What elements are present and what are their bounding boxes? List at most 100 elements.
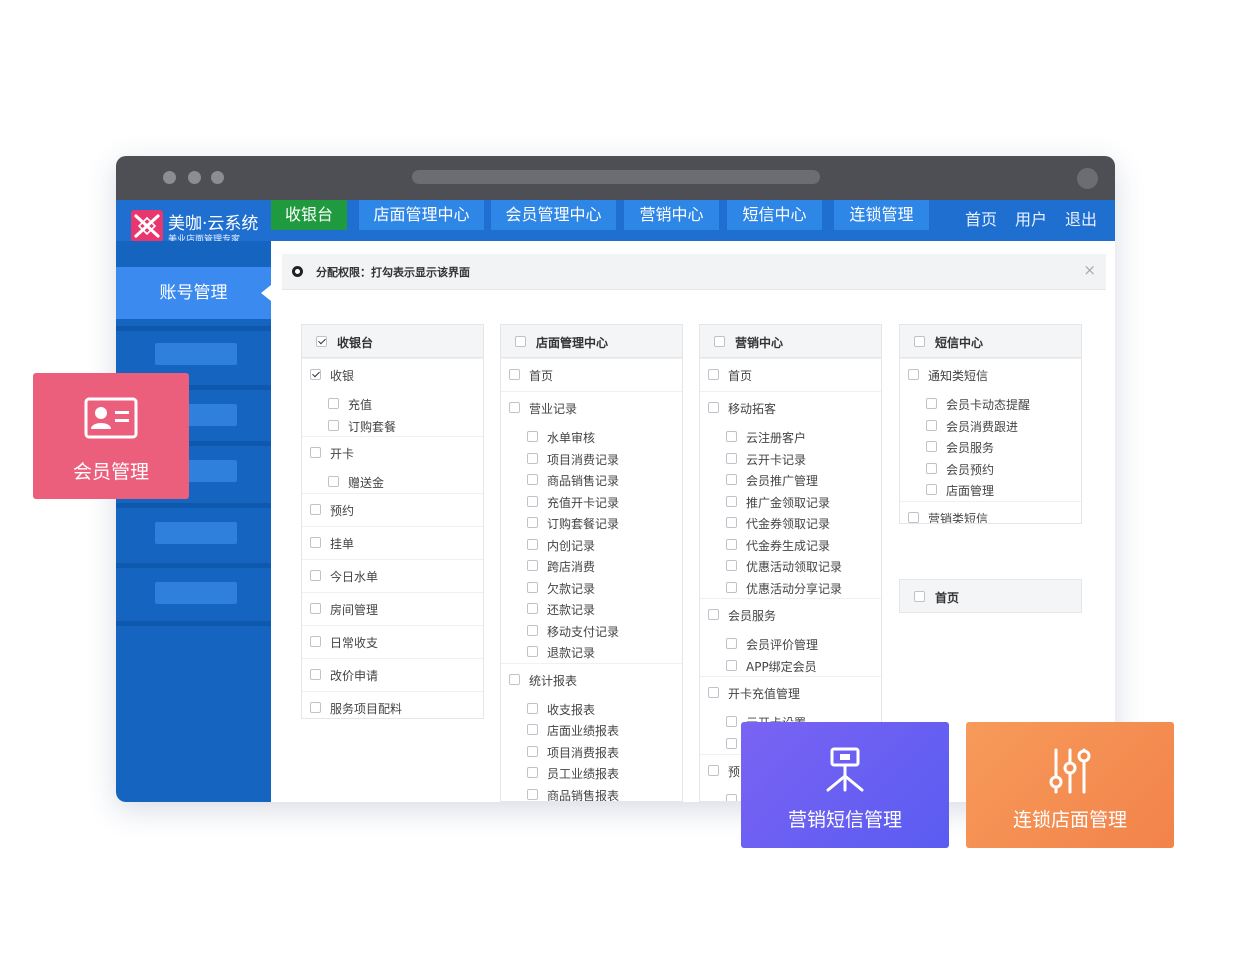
tab-cashier[interactable]: 收银台 <box>271 200 347 230</box>
checkbox[interactable] <box>310 701 321 713</box>
tab-store-management[interactable]: 店面管理中心 <box>359 200 484 230</box>
checkbox[interactable] <box>726 538 737 550</box>
checkbox[interactable] <box>527 724 538 735</box>
sms-marketing-card[interactable]: 营销短信管理 <box>741 722 949 848</box>
checkbox[interactable] <box>310 503 321 515</box>
checkbox[interactable] <box>726 716 737 727</box>
checkbox[interactable] <box>926 462 937 474</box>
tab-chain[interactable]: 连锁管理 <box>834 200 929 230</box>
checkbox[interactable] <box>726 560 737 571</box>
sidebar-item-account[interactable]: 账号管理 <box>116 267 271 319</box>
checkbox[interactable] <box>509 369 520 380</box>
checkbox[interactable] <box>714 336 725 347</box>
tab-sms[interactable]: 短信中心 <box>727 200 822 230</box>
checkbox[interactable] <box>527 646 538 657</box>
chain-store-card[interactable]: 连锁店面管理 <box>966 722 1174 848</box>
window-dot-icon[interactable] <box>163 171 176 184</box>
checkbox[interactable] <box>708 369 719 380</box>
permission-subitem: APP绑定会员 <box>700 655 881 677</box>
checkbox[interactable] <box>726 638 737 649</box>
permission-label: 云开卡记录 <box>746 452 807 467</box>
sidebar-placeholder <box>155 582 237 604</box>
permission-label: 云注册客户 <box>746 431 807 445</box>
checkbox[interactable] <box>708 609 719 620</box>
sidebar-item[interactable] <box>116 563 271 619</box>
checkbox[interactable] <box>527 452 538 464</box>
checkbox[interactable] <box>527 431 538 442</box>
checkbox[interactable] <box>527 581 538 593</box>
checkbox[interactable] <box>708 402 719 413</box>
checkbox[interactable] <box>527 538 538 550</box>
permission-label: 代金券领取记录 <box>746 517 831 531</box>
checkbox[interactable] <box>726 581 737 593</box>
checkbox[interactable] <box>726 659 737 671</box>
column-header: 收银台 <box>302 325 483 358</box>
checkbox[interactable] <box>726 431 737 442</box>
checkbox[interactable] <box>708 765 719 776</box>
checkbox[interactable] <box>908 369 919 380</box>
checkbox[interactable] <box>527 702 538 714</box>
checkbox[interactable] <box>310 569 321 581</box>
checkbox[interactable] <box>328 419 339 431</box>
close-icon[interactable]: × <box>1083 261 1096 279</box>
permission-label: 订购套餐记录 <box>547 517 620 531</box>
logo-icon <box>131 210 163 242</box>
checkbox[interactable] <box>926 484 937 495</box>
checkbox[interactable] <box>726 495 737 507</box>
link-logout[interactable]: 退出 <box>1065 206 1097 230</box>
checkbox[interactable] <box>527 474 538 485</box>
tab-marketing[interactable]: 营销中心 <box>624 200 719 230</box>
window-dot-icon[interactable] <box>211 171 224 184</box>
checkbox[interactable] <box>726 452 737 464</box>
checkbox[interactable] <box>726 517 737 528</box>
checkbox[interactable] <box>310 635 321 647</box>
checkbox[interactable] <box>726 474 737 485</box>
address-bar[interactable] <box>412 170 820 184</box>
checkbox[interactable] <box>310 602 321 614</box>
checkbox[interactable] <box>527 767 538 778</box>
permission-label: 首页 <box>529 369 554 383</box>
checkbox[interactable] <box>310 668 321 680</box>
checkbox[interactable] <box>926 419 937 431</box>
permission-label: 欠款记录 <box>547 581 596 596</box>
checkbox[interactable] <box>926 398 937 409</box>
checkbox[interactable] <box>527 788 538 800</box>
checkbox[interactable] <box>310 536 321 548</box>
checkbox[interactable] <box>310 369 321 380</box>
sidebar-item[interactable] <box>116 503 271 559</box>
checkbox[interactable] <box>527 624 538 636</box>
checkbox[interactable] <box>527 745 538 757</box>
checkbox[interactable] <box>527 495 538 507</box>
checkbox[interactable] <box>328 476 339 487</box>
window-dot-icon[interactable] <box>188 171 201 184</box>
checkbox[interactable] <box>708 687 719 698</box>
checkbox[interactable] <box>527 560 538 571</box>
checkbox[interactable] <box>515 336 526 347</box>
checkbox[interactable] <box>726 794 737 801</box>
checkbox[interactable] <box>316 336 327 347</box>
permission-subitem: 代金券生成记录 <box>700 534 881 556</box>
checkbox[interactable] <box>726 737 737 749</box>
member-management-card[interactable]: 会员管理 <box>33 373 189 499</box>
top-navigation: 美咖·云系统 美业店面管理专家 收银台 店面管理中心 会员管理中心 营销中心 短… <box>116 200 1115 245</box>
permission-label: 通知类短信 <box>928 369 989 383</box>
checkbox[interactable] <box>509 673 520 685</box>
checkbox[interactable] <box>328 398 339 409</box>
checkbox[interactable] <box>527 603 538 614</box>
browser-menu-icon[interactable] <box>1077 168 1098 189</box>
checkbox[interactable] <box>926 441 937 452</box>
permission-label: 水单审核 <box>547 431 596 445</box>
link-home[interactable]: 首页 <box>965 206 997 230</box>
permission-item: 预约 <box>302 492 483 526</box>
checkbox[interactable] <box>527 517 538 528</box>
checkbox[interactable] <box>908 511 919 523</box>
checkbox[interactable] <box>310 447 321 458</box>
checkbox[interactable] <box>509 402 520 413</box>
permission-label: 店面管理 <box>946 484 995 498</box>
checkbox[interactable] <box>914 591 925 602</box>
permission-item: 开卡充值管理 <box>700 676 881 709</box>
tab-member-management[interactable]: 会员管理中心 <box>491 200 616 230</box>
permission-label: 会员评价管理 <box>746 638 819 652</box>
link-user[interactable]: 用户 <box>1015 206 1047 230</box>
checkbox[interactable] <box>914 336 925 347</box>
